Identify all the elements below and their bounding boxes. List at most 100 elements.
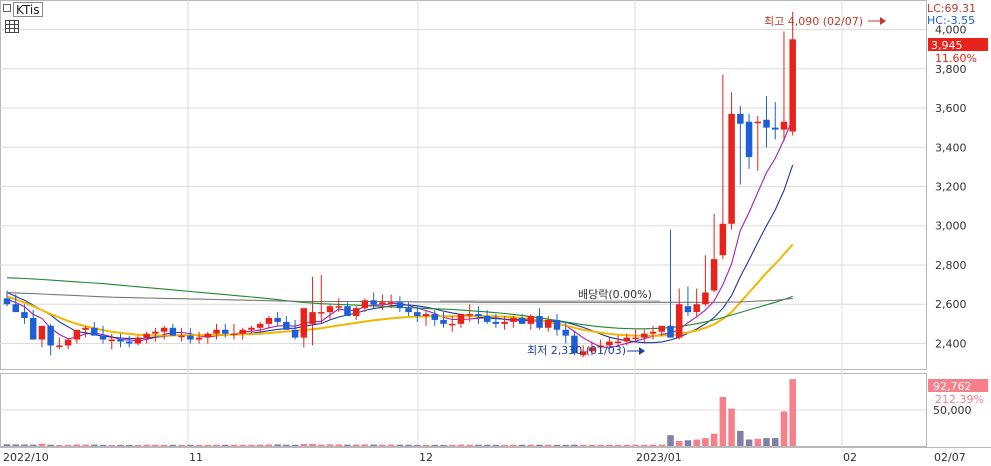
volume-bar <box>213 444 220 446</box>
volume-bar <box>335 444 342 446</box>
candle-body <box>745 121 753 158</box>
candle-body <box>38 325 46 340</box>
candle-body <box>422 314 430 317</box>
candle-body <box>641 333 648 338</box>
candle-body <box>684 306 692 313</box>
volume-bar <box>361 444 369 446</box>
last-price-tag: 3,945 <box>931 39 963 52</box>
volume-bar <box>379 444 386 446</box>
candle-body <box>239 329 246 334</box>
volume-bar <box>222 444 229 446</box>
candle-body <box>536 316 543 328</box>
candle-body <box>160 327 168 332</box>
candle-body <box>527 316 535 324</box>
date-tick-label: 02/07 <box>934 451 966 464</box>
candle-body <box>248 327 255 330</box>
candle-body <box>501 321 508 324</box>
candle-body <box>632 337 639 340</box>
volume-bar <box>178 444 185 446</box>
volume-bar <box>501 444 508 446</box>
price-tick-label: 3,600 <box>935 102 967 115</box>
candle-body <box>117 339 124 342</box>
volume-bar <box>649 444 657 446</box>
title-checkbox[interactable] <box>3 4 11 12</box>
volume-bar <box>510 444 517 446</box>
candle-body <box>414 312 421 317</box>
volume-bar <box>658 444 665 446</box>
candle-body <box>99 335 107 340</box>
candle-body <box>21 312 28 318</box>
candle-body <box>187 335 194 340</box>
volume-bar <box>160 444 168 446</box>
candle-body <box>553 319 561 330</box>
date-axis: 2022/10 11 12 2023/01 02 02/07 <box>3 451 966 464</box>
volume-bar <box>614 444 622 446</box>
date-tick-label: 2023/01 <box>636 451 682 464</box>
volume-bar <box>256 444 264 446</box>
volume-bar <box>300 443 308 446</box>
volume-bar <box>291 444 299 446</box>
candle-body <box>274 317 281 322</box>
candle-body <box>344 306 351 317</box>
price-tick-label: 2,800 <box>935 259 967 272</box>
grid-table-icon[interactable] <box>5 20 19 33</box>
volume-bar <box>693 439 700 446</box>
candle-body <box>335 306 342 308</box>
date-tick-label: 2022/10 <box>3 451 49 464</box>
volume-bar <box>483 444 491 446</box>
candle-body <box>352 308 360 317</box>
dividend-annotation: 배당락(0.00%) <box>578 288 652 301</box>
candle-body <box>256 323 264 328</box>
price-tick-label: 2,400 <box>935 337 967 350</box>
volume-bar <box>553 444 561 446</box>
volume-bar <box>632 444 639 446</box>
volume-bar <box>318 444 325 446</box>
candle-body <box>291 329 299 338</box>
volume-bar <box>745 439 753 446</box>
volume-bar <box>536 444 543 446</box>
volume-bar <box>606 444 613 446</box>
candle-body <box>379 302 386 305</box>
volume-bar <box>448 444 456 446</box>
volume-bar <box>108 444 116 446</box>
volume-bar <box>588 444 596 446</box>
candle-body <box>710 259 718 291</box>
volume-bar <box>387 444 395 446</box>
candle-body <box>614 341 622 344</box>
candle-body <box>56 345 63 347</box>
candle-body <box>448 323 456 326</box>
candle-body <box>737 113 744 124</box>
volume-bar <box>431 444 439 446</box>
volume-bar <box>56 444 63 446</box>
volume-bar <box>344 444 351 446</box>
candle-body <box>396 302 404 309</box>
date-tick-label: 12 <box>419 451 433 464</box>
stock-chart: 2,4002,6002,8003,0003,2003,4003,6003,800… <box>0 0 991 464</box>
volume-bar <box>466 444 473 446</box>
volume-bar <box>134 444 142 446</box>
volume-bar <box>239 444 246 446</box>
candle-body <box>728 113 735 224</box>
candle-body <box>326 306 334 313</box>
candle-body <box>719 223 727 256</box>
volume-bar <box>702 438 709 446</box>
candle-body <box>91 327 98 336</box>
volume-bar <box>283 444 290 446</box>
date-tick-label: 11 <box>189 451 203 464</box>
volume-bar <box>309 443 316 446</box>
high-annotation: 최고 4,090 (02/07) <box>764 15 863 28</box>
volume-bar <box>82 444 89 446</box>
volume-bar <box>396 444 404 446</box>
candle-body <box>12 304 19 313</box>
candle-body <box>789 39 796 132</box>
volume-percent: 212.39% <box>935 393 984 406</box>
volume-bar <box>21 444 28 446</box>
candle-body <box>213 329 220 334</box>
volume-bar <box>771 438 779 446</box>
volume-bar <box>492 444 500 446</box>
chart-title: KTis <box>16 3 39 17</box>
volume-bar <box>675 440 683 446</box>
volume-bar <box>38 443 46 446</box>
volume-bar <box>780 411 788 446</box>
volume-bar <box>204 444 212 446</box>
